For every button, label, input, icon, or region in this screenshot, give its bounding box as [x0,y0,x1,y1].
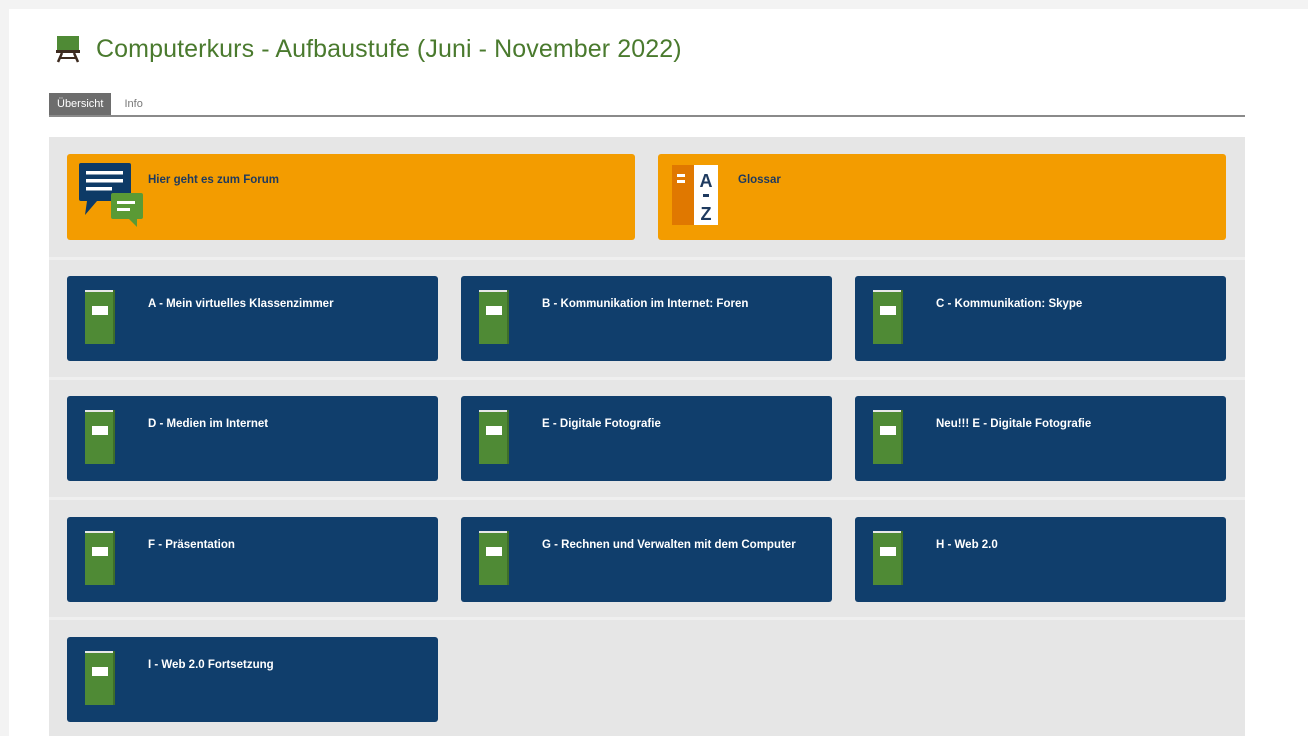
glossary-tile-label: Glossar [738,174,781,186]
forum-chat-icon [79,163,143,227]
book-icon [85,290,115,344]
course-header: Computerkurs - Aufbaustufe (Juni - Novem… [56,33,682,65]
book-icon [85,651,115,705]
row-divider [49,617,1245,620]
svg-text:Z: Z [701,204,712,224]
book-icon [873,290,903,344]
tab-info[interactable]: Info [111,93,150,115]
course-content: Hier geht es zum Forum A Z Glossar A - M… [49,137,1245,736]
module-tile-h[interactable]: H - Web 2.0 [855,517,1226,602]
module-tile-label: F - Präsentation [148,539,235,551]
book-icon [85,410,115,464]
module-tile-label: I - Web 2.0 Fortsetzung [148,659,274,671]
module-tile-d[interactable]: D - Medien im Internet [67,396,438,481]
book-icon [873,531,903,585]
module-tile-i[interactable]: I - Web 2.0 Fortsetzung [67,637,438,722]
book-icon [479,531,509,585]
book-icon [479,410,509,464]
book-icon [873,410,903,464]
tab-uebersicht[interactable]: Übersicht [49,93,112,115]
module-tile-label: D - Medien im Internet [148,418,269,430]
module-tile-label: Neu!!! E - Digitale Fotografie [936,418,1092,430]
glossary-tile[interactable]: A Z Glossar [658,154,1226,240]
module-tile-label: E - Digitale Fotografie [542,418,661,430]
row-divider [49,377,1245,380]
page-title: Computerkurs - Aufbaustufe (Juni - Novem… [96,34,682,63]
module-tile-g[interactable]: G - Rechnen und Verwalten mit dem Comput… [461,517,832,602]
module-tile-label: G - Rechnen und Verwalten mit dem Comput… [542,539,796,551]
module-tile-e[interactable]: E - Digitale Fotografie [461,396,832,481]
module-tile-c[interactable]: C - Kommunikation: Skype [855,276,1226,361]
window-top-strip [0,0,1308,9]
module-tile-label: H - Web 2.0 [936,539,998,551]
row-divider [49,257,1245,260]
course-tabs: Übersicht Info [49,93,1245,117]
window-left-strip [0,0,9,736]
module-tile-b[interactable]: B - Kommunikation im Internet: Foren [461,276,832,361]
module-tile-a[interactable]: A - Mein virtuelles Klassenzimmer [67,276,438,361]
row-divider [49,497,1245,500]
module-tile-e-new[interactable]: Neu!!! E - Digitale Fotografie [855,396,1226,481]
forum-tile[interactable]: Hier geht es zum Forum [67,154,635,240]
svg-text:A: A [700,171,713,191]
module-tile-label: C - Kommunikation: Skype [936,298,1083,310]
module-tile-label: A - Mein virtuelles Klassenzimmer [148,298,334,310]
module-tile-label: B - Kommunikation im Internet: Foren [542,298,749,310]
course-easel-icon [56,35,80,63]
forum-tile-label: Hier geht es zum Forum [148,174,279,186]
module-tile-f[interactable]: F - Präsentation [67,517,438,602]
glossary-az-icon: A Z [672,165,718,225]
book-icon [85,531,115,585]
book-icon [479,290,509,344]
